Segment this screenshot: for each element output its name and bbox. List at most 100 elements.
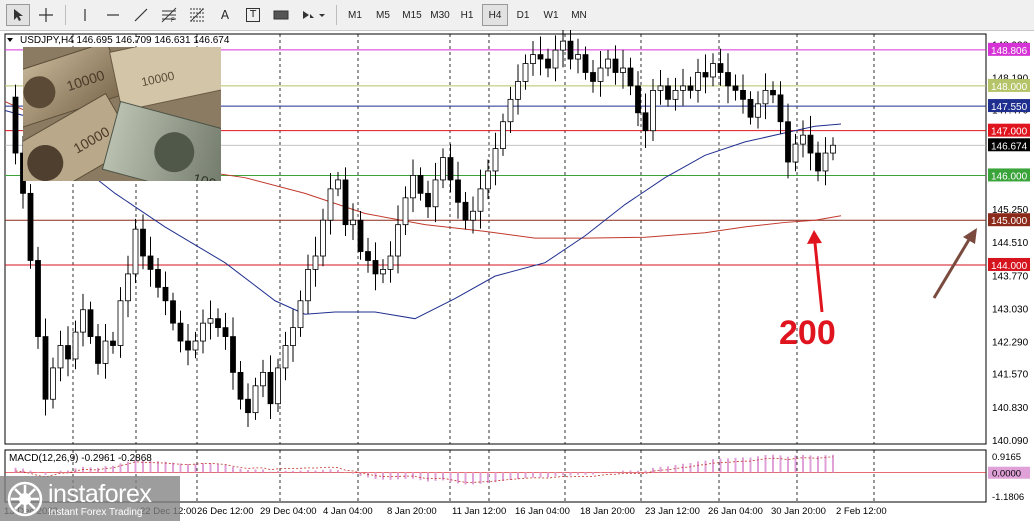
bull-candle-body	[320, 219, 326, 257]
bull-candle-body	[650, 89, 656, 132]
timeframe-m5[interactable]: M5	[370, 4, 396, 26]
bear-candle-body	[747, 98, 754, 118]
bear-candle-body	[635, 85, 641, 114]
bear-candle-body	[87, 309, 94, 337]
bull-candle-body	[485, 170, 491, 190]
bull-candle-body	[395, 224, 401, 257]
bull-candle-body	[57, 345, 64, 369]
fibonacci-icon[interactable]: F	[158, 4, 180, 26]
arrows-icon[interactable]	[298, 4, 328, 26]
bull-candle-body	[335, 179, 341, 190]
bull-candle-body	[207, 318, 214, 324]
bull-candle-body	[470, 210, 476, 221]
bear-candle-body	[725, 72, 731, 87]
timeframe-h4[interactable]: H4	[482, 4, 508, 26]
bear-candle-body	[147, 255, 154, 270]
channel-icon[interactable]	[186, 4, 208, 26]
bear-candle-body	[365, 251, 371, 261]
price-tick-label: 143.030	[992, 304, 1029, 315]
vertical-line-icon[interactable]	[74, 4, 96, 26]
brand-watermark: instaforex Instant Forex Trading	[0, 476, 180, 521]
bear-candle-body	[455, 179, 461, 203]
bear-candle-body	[732, 85, 739, 91]
cursor-icon[interactable]	[6, 4, 30, 26]
bear-candle-body	[155, 269, 161, 288]
bull-candle-body	[350, 219, 356, 226]
trendline-icon[interactable]	[130, 4, 152, 26]
timeframe-w1[interactable]: W1	[538, 4, 564, 26]
bull-candle-body	[680, 85, 686, 91]
bear-candle-body	[237, 371, 244, 400]
candle	[35, 246, 41, 349]
rectangle-icon[interactable]	[270, 4, 292, 26]
timeframe-m15[interactable]: M15	[398, 4, 426, 26]
bear-candle-body	[222, 327, 229, 337]
bear-candle-body	[627, 67, 634, 87]
brand-tagline: Instant Forex Trading	[48, 507, 143, 518]
bear-candle-body	[807, 134, 814, 154]
bull-candle-body	[822, 152, 829, 172]
bull-candle-body	[830, 144, 836, 154]
timeframe-m1[interactable]: M1	[342, 4, 368, 26]
bear-candle-body	[140, 228, 146, 257]
bear-candle-body	[545, 58, 551, 69]
time-tick-label: 23 Jan 12:00	[645, 506, 700, 517]
horizontal-line-icon[interactable]	[102, 4, 124, 26]
level-label-1: 148.000	[991, 82, 1028, 93]
text-label-glyph: T	[246, 8, 260, 22]
bear-candle-body	[230, 336, 236, 373]
level-label-0: 148.806	[991, 46, 1028, 57]
bear-candle-body	[417, 175, 424, 194]
bear-candle-body	[42, 336, 49, 400]
bear-candle-body	[425, 192, 431, 208]
bear-candle-body	[740, 89, 746, 100]
level-label-6: 144.000	[991, 261, 1028, 272]
bull-candle-body	[252, 385, 259, 414]
bear-candle-body	[462, 201, 469, 221]
bull-candle-body	[132, 228, 139, 275]
bull-candle-body	[72, 331, 79, 360]
bull-candle-body	[800, 134, 806, 145]
timeframe-d1[interactable]: D1	[510, 4, 536, 26]
bull-candle-body	[327, 188, 334, 221]
bear-candle-body	[185, 340, 191, 351]
bull-candle-body	[297, 300, 304, 329]
text-label-icon[interactable]: T	[242, 4, 264, 26]
bull-candle-body	[710, 63, 716, 78]
bear-candle-body	[27, 192, 34, 261]
bull-candle-body	[672, 89, 679, 100]
bull-candle-body	[500, 121, 506, 149]
bear-candle-body	[95, 336, 101, 364]
bull-candle-body	[792, 143, 799, 163]
bear-candle-body	[665, 85, 671, 100]
bull-candle-body	[695, 72, 701, 91]
bull-candle-body	[102, 340, 109, 364]
bull-candle-body	[125, 273, 131, 302]
bull-candle-body	[552, 49, 559, 69]
price-tick-label: 142.290	[992, 338, 1029, 349]
timeframe-h1[interactable]: H1	[454, 4, 480, 26]
bear-candle-body	[537, 54, 544, 60]
candle	[27, 184, 34, 269]
text-icon[interactable]: A	[214, 4, 236, 26]
symbol-header: USDJPY,H4 146.695 146.709 146.631 146.67…	[20, 35, 230, 46]
bear-candle-body	[642, 112, 649, 132]
instaforex-logo-icon	[7, 481, 43, 517]
bear-candle-body	[582, 54, 589, 73]
time-tick-label: 29 Dec 04:00	[260, 506, 317, 517]
time-tick-label: 30 Jan 20:00	[771, 506, 826, 517]
bull-candle-body	[620, 67, 626, 73]
bull-candle-body	[380, 269, 386, 275]
bear-candle-body	[815, 152, 821, 172]
time-tick-label: 26 Dec 12:00	[197, 506, 254, 517]
bear-candle-body	[770, 89, 776, 96]
bear-candle-body	[590, 72, 596, 82]
crosshair-icon[interactable]	[34, 4, 58, 26]
timeframe-mn[interactable]: MN	[566, 4, 592, 26]
price-tick-label: 140.830	[992, 403, 1029, 414]
bull-candle-body	[755, 103, 761, 118]
bull-candle-body	[432, 179, 439, 208]
timeframe-m30[interactable]: M30	[426, 4, 454, 26]
bear-candle-body	[35, 260, 41, 337]
time-tick-label: 18 Jan 20:00	[580, 506, 635, 517]
